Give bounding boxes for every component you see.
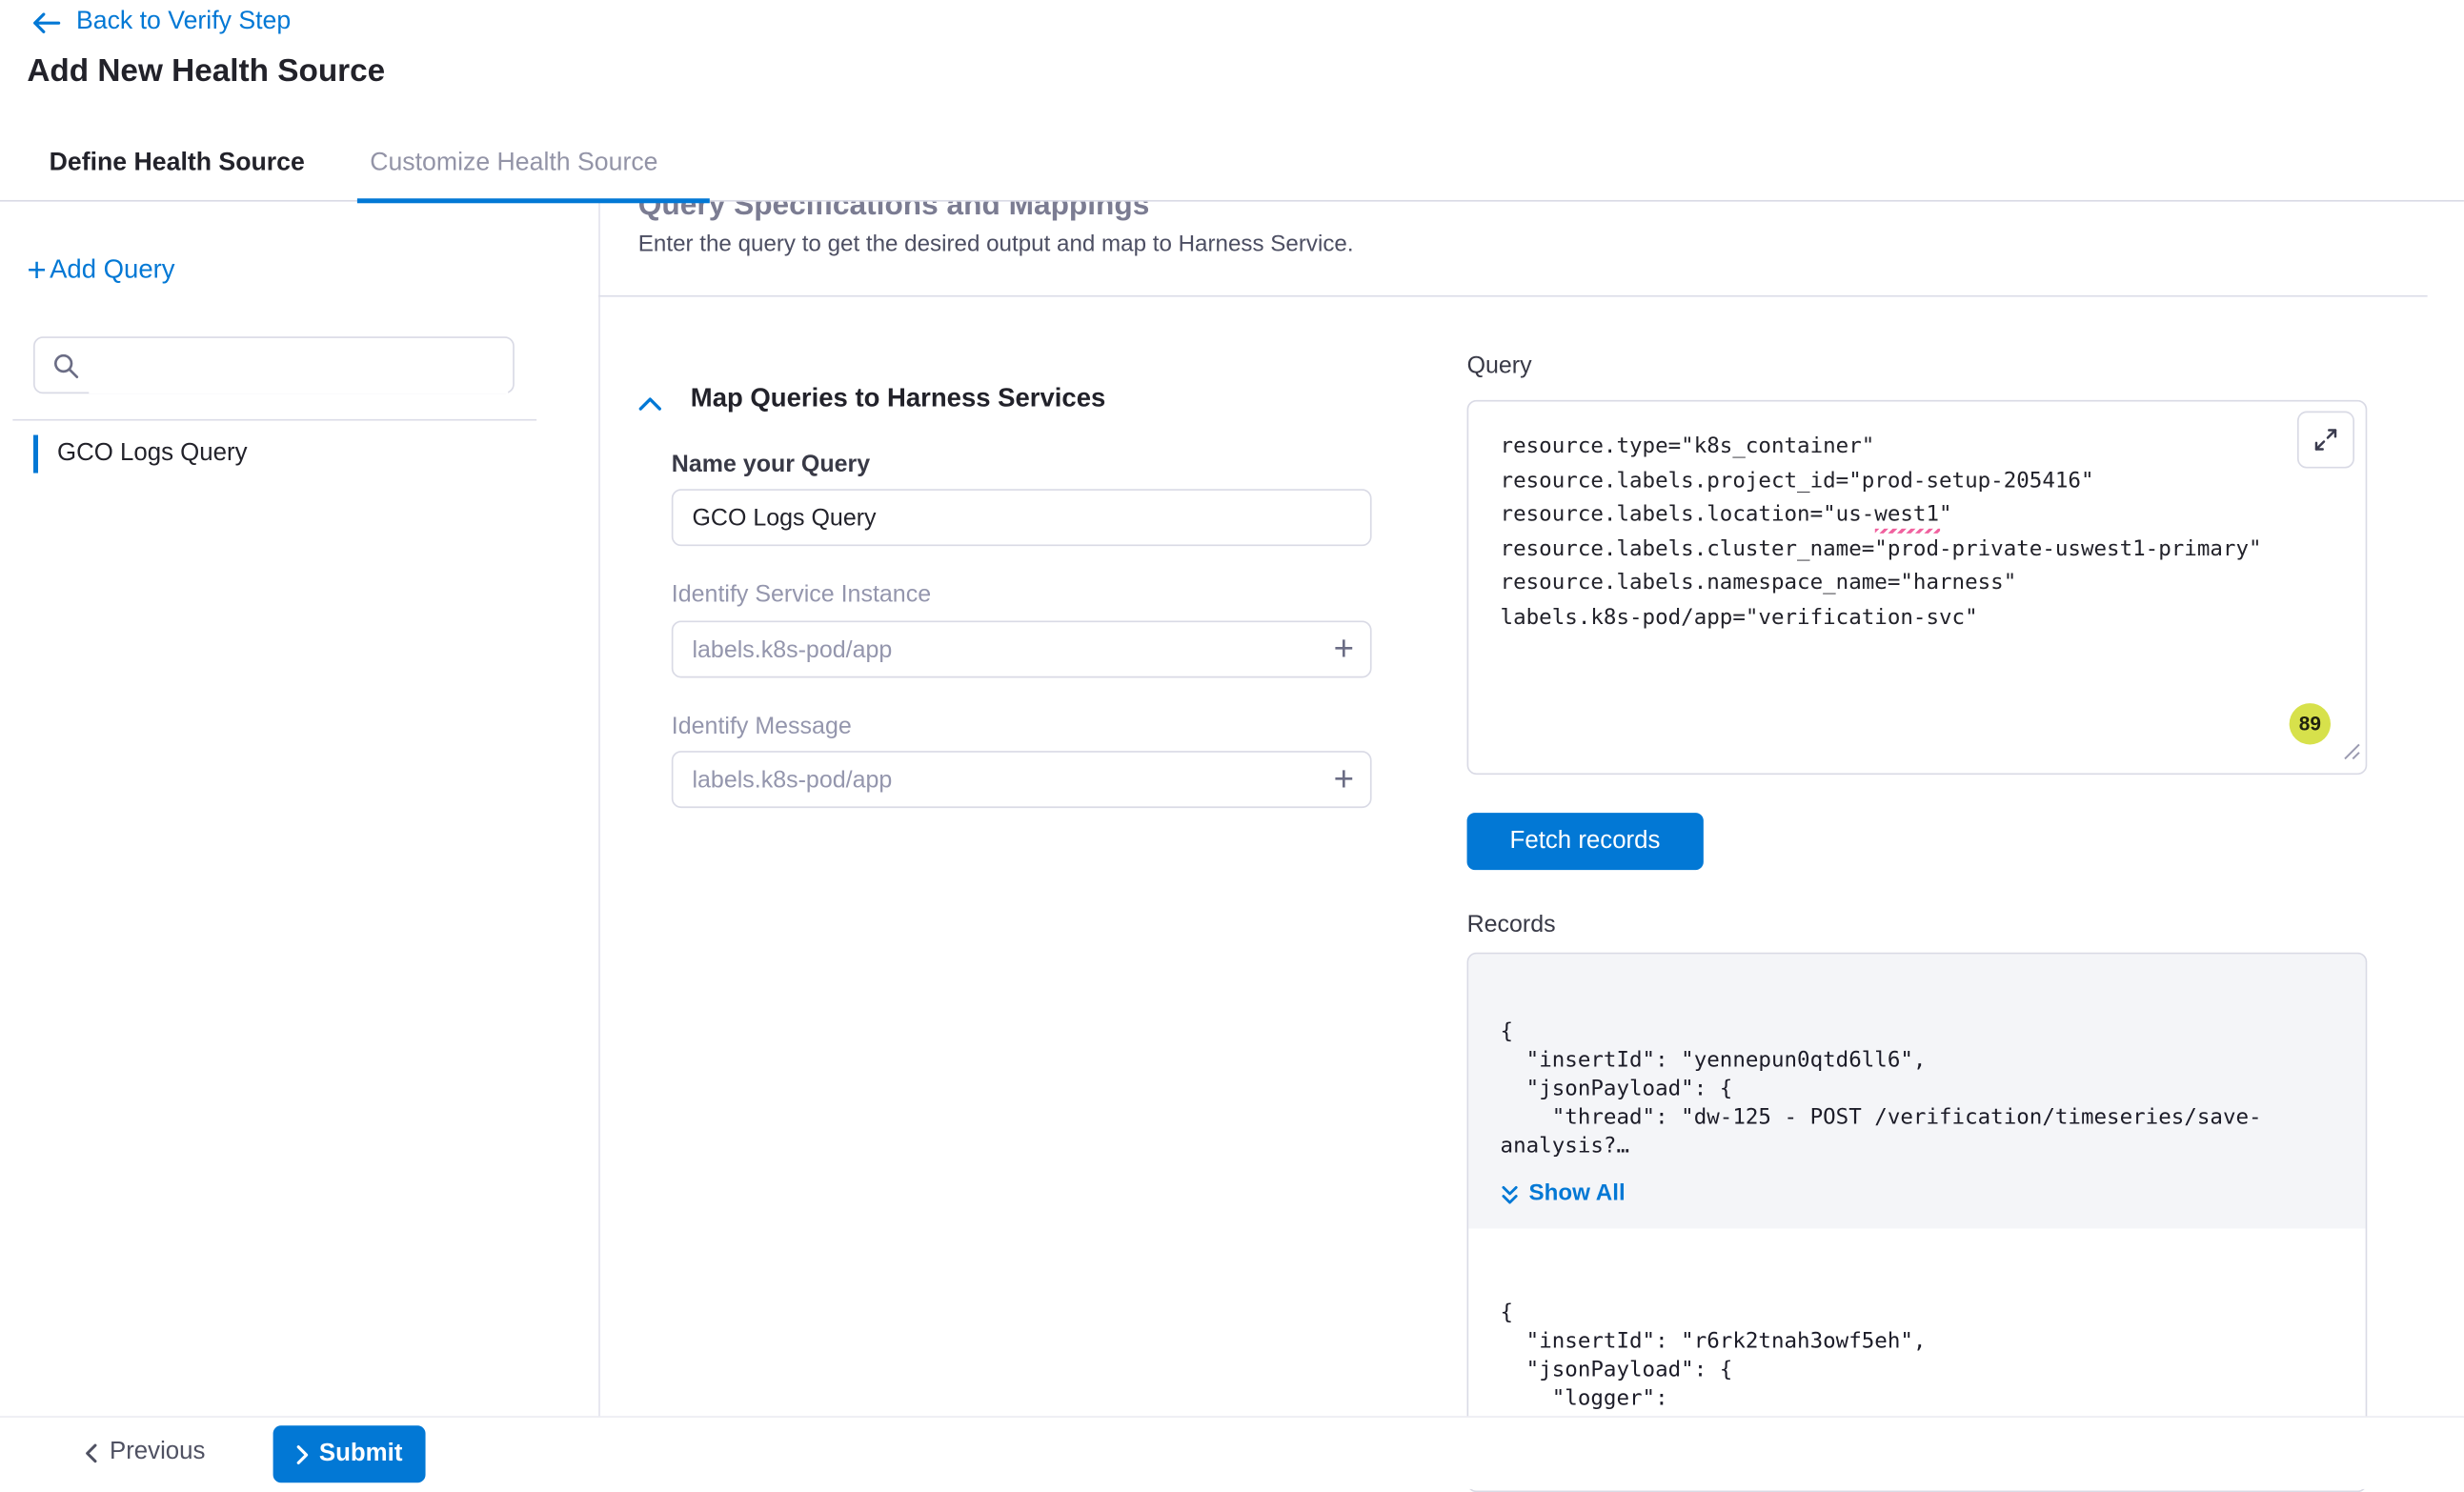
- back-arrow-icon[interactable]: [31, 11, 62, 32]
- query-search-box: [33, 336, 515, 393]
- show-all-link[interactable]: Show All: [1501, 1181, 2334, 1207]
- add-service-instance-icon[interactable]: +: [1334, 632, 1354, 667]
- selected-indicator-bar: [33, 435, 38, 474]
- tab-bar: Define Health Source Customize Health So…: [0, 135, 2464, 202]
- submit-button[interactable]: Submit: [273, 1425, 425, 1482]
- message-input[interactable]: [672, 751, 1372, 808]
- query-textarea[interactable]: resource.type="k8s_container" resource.l…: [1468, 402, 2365, 774]
- back-link-label[interactable]: Back to Verify Step: [76, 8, 291, 36]
- chevron-up-icon[interactable]: [638, 391, 662, 419]
- records-panel: { "insertId": "yennepun0qtd6ll6", "jsonP…: [1467, 953, 2368, 1492]
- resize-handle[interactable]: [2343, 739, 2360, 768]
- tab-define-health-source[interactable]: Define Health Source: [50, 150, 305, 178]
- previous-button[interactable]: Previous: [84, 1439, 205, 1467]
- sidebar-main-divider: [598, 200, 600, 1418]
- chevron-left-icon: [84, 1442, 98, 1463]
- query-name-input[interactable]: [672, 489, 1372, 546]
- record-item: { "insertId": "yennepun0qtd6ll6", "jsonP…: [1468, 954, 2365, 1228]
- fetch-records-button[interactable]: Fetch records: [1467, 813, 1704, 870]
- record-json: { "insertId": "yennepun0qtd6ll6", "jsonP…: [1501, 1018, 2334, 1160]
- add-query-button[interactable]: + Add Query: [27, 255, 174, 286]
- add-query-label[interactable]: Add Query: [50, 255, 174, 286]
- query-label: Query: [1467, 353, 1532, 379]
- previous-label[interactable]: Previous: [110, 1439, 205, 1467]
- tab-customize-health-source[interactable]: Customize Health Source: [370, 150, 657, 178]
- footer-bar: Previous Submit: [0, 1418, 2464, 1489]
- records-label: Records: [1467, 911, 1556, 938]
- add-health-source-page: Back to Verify Step Add New Health Sourc…: [0, 0, 2464, 1489]
- double-chevron-down-icon: [1501, 1183, 1520, 1204]
- search-input[interactable]: [89, 340, 508, 394]
- sidebar-divider: [12, 419, 536, 421]
- chevron-right-icon: [295, 1443, 310, 1464]
- show-all-label[interactable]: Show All: [1529, 1181, 1626, 1207]
- add-message-icon[interactable]: +: [1334, 762, 1354, 797]
- search-icon: [52, 353, 79, 379]
- name-your-query-label: Name your Query: [672, 451, 870, 477]
- char-count-badge: 89: [2290, 703, 2331, 744]
- identify-service-instance-label: Identify Service Instance: [672, 581, 931, 608]
- submit-label[interactable]: Submit: [319, 1440, 403, 1468]
- active-tab-underline: [357, 198, 710, 203]
- query-editor: resource.type="k8s_container" resource.l…: [1467, 400, 2368, 775]
- query-item-label: GCO Logs Query: [57, 440, 248, 469]
- identify-message-label: Identify Message: [672, 713, 852, 739]
- back-link[interactable]: Back to Verify Step: [31, 8, 291, 36]
- content-divider: [598, 295, 2427, 297]
- map-queries-section-title: Map Queries to Harness Services: [691, 384, 1106, 414]
- page-title: Add New Health Source: [27, 54, 385, 91]
- service-instance-input[interactable]: [672, 620, 1372, 677]
- expand-icon: [2313, 427, 2339, 453]
- sidebar-item-gco-logs-query[interactable]: GCO Logs Query: [33, 432, 526, 476]
- section-subheading: Enter the query to get the desired outpu…: [638, 232, 1354, 257]
- expand-query-button[interactable]: [2297, 412, 2354, 469]
- plus-icon: +: [27, 256, 46, 285]
